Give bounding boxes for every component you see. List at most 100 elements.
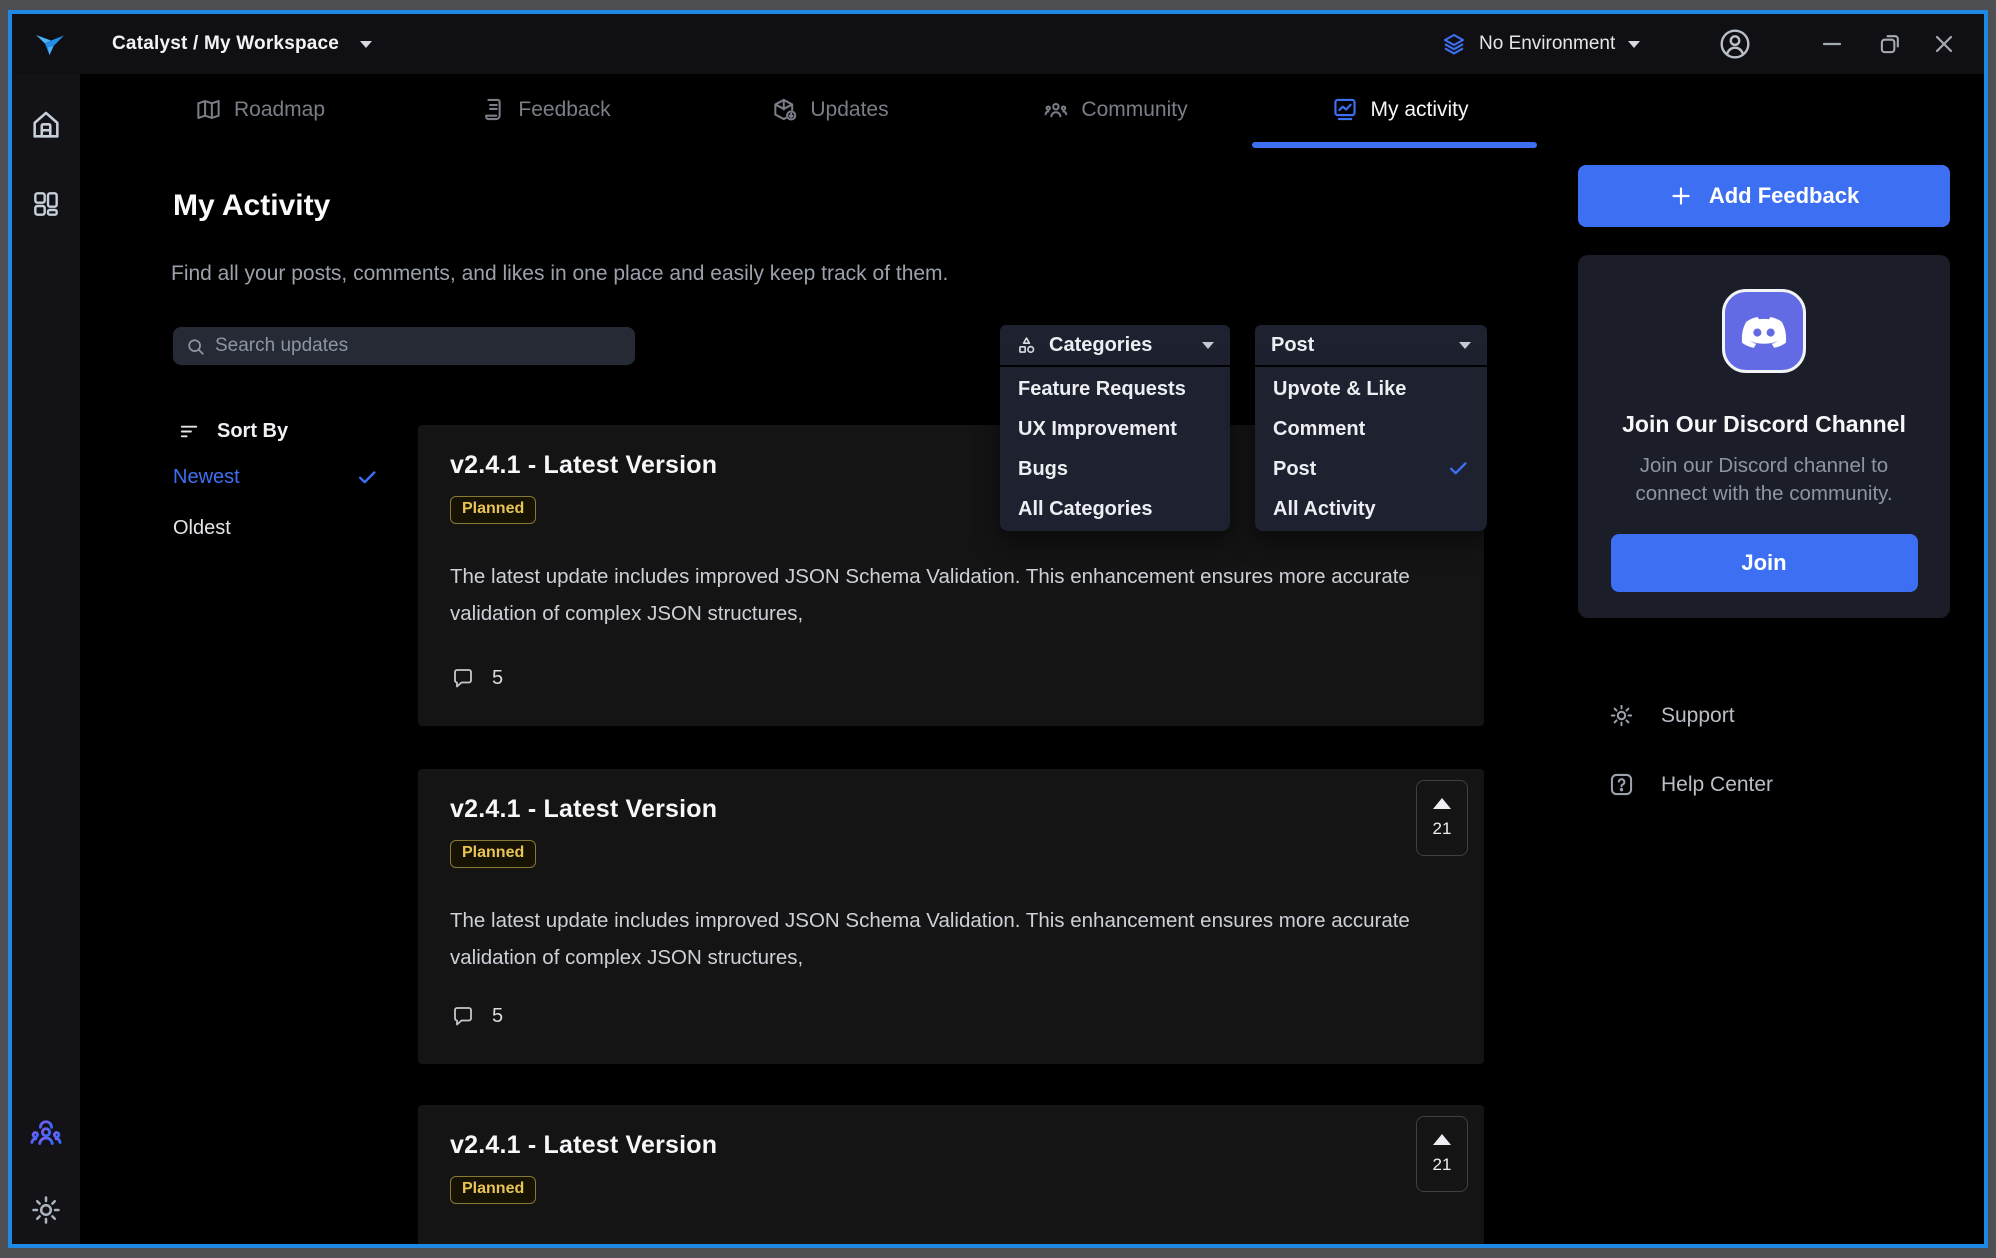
status-badge: Planned [450, 840, 537, 868]
activity-chart-icon [1331, 96, 1358, 123]
categories-dropdown-menu: Feature Requests UX Improvement Bugs All… [1000, 367, 1230, 531]
card-title: v2.4.1 - Latest Version [450, 1131, 718, 1159]
map-icon [195, 96, 222, 123]
sort-option-oldest[interactable]: Oldest [173, 517, 378, 540]
categories-caret-down-icon [1202, 341, 1214, 349]
activity-type-caret-down-icon [1459, 341, 1471, 349]
tab-community[interactable]: Community [1042, 96, 1188, 123]
card-body: The latest update includes improved JSON… [450, 909, 1410, 969]
sort-option-newest[interactable]: Newest [173, 466, 378, 489]
menu-item-all-categories[interactable]: All Categories [1000, 489, 1230, 529]
card-body: The latest update includes improved JSON… [450, 565, 1410, 625]
app-window: Catalyst / My Workspace No Environment R… [8, 10, 1988, 1248]
upvote-triangle-icon [1433, 1133, 1451, 1145]
tab-my-activity[interactable]: My activity [1331, 96, 1469, 123]
card-title: v2.4.1 - Latest Version [450, 795, 718, 823]
minimize-button[interactable] [1809, 14, 1855, 74]
tab-roadmap[interactable]: Roadmap [195, 96, 325, 123]
comment-count: 5 [492, 1004, 504, 1027]
tab-bar: Roadmap Feedback Updates Community My ac… [80, 74, 1984, 154]
upvote-button[interactable]: 21 [1416, 1116, 1468, 1192]
menu-item-bugs[interactable]: Bugs [1000, 449, 1230, 489]
search-input[interactable] [215, 335, 623, 357]
upvote-count: 21 [1432, 818, 1452, 838]
close-button[interactable] [1921, 14, 1967, 74]
left-sidebar [12, 74, 80, 1244]
active-tab-underline [1252, 142, 1537, 148]
help-icon [1610, 773, 1633, 796]
comment-icon [454, 1007, 472, 1026]
add-feedback-label: Add Feedback [1708, 183, 1860, 208]
environment-caret-down-icon [1628, 40, 1641, 48]
search-box [173, 327, 635, 365]
page-subtitle: Find all your posts, comments, and likes… [171, 262, 949, 285]
workspace-title[interactable]: Catalyst / My Workspace [112, 14, 339, 74]
comment-count: 5 [492, 666, 504, 689]
plus-icon [1672, 187, 1690, 205]
discord-description: Join our Discord channel to connect with… [1635, 454, 1893, 505]
community-icon[interactable] [28, 1115, 64, 1151]
menu-item-post[interactable]: Post [1255, 449, 1487, 489]
tab-feedback[interactable]: Feedback [479, 96, 611, 123]
activity-type-dropdown-button[interactable]: Post [1255, 325, 1487, 365]
menu-item-comment[interactable]: Comment [1255, 409, 1487, 449]
discord-title: Join Our Discord Channel [1622, 411, 1906, 437]
app-logo-bird-icon [34, 28, 66, 60]
page-title: My Activity [173, 189, 331, 222]
sort-by-header: Sort By [178, 420, 288, 443]
journal-icon [479, 96, 506, 123]
upvote-triangle-icon [1433, 797, 1451, 809]
discord-icon [1722, 289, 1806, 373]
tab-label: Updates [810, 97, 889, 121]
selected-check-icon [358, 470, 376, 483]
comment-count-row[interactable]: 5 [451, 666, 503, 690]
categories-dropdown-button[interactable]: Categories [1000, 325, 1230, 365]
environment-selector[interactable]: No Environment [1442, 14, 1641, 74]
add-feedback-button[interactable]: Add Feedback [1578, 165, 1950, 227]
activity-type-dropdown-menu: Upvote & Like Comment Post All Activity [1255, 367, 1487, 531]
tab-label: Community [1081, 97, 1188, 121]
search-icon [188, 338, 204, 355]
menu-item-upvote-like[interactable]: Upvote & Like [1255, 369, 1487, 409]
categories-dropdown-label: Categories [1049, 333, 1153, 356]
tab-label: Roadmap [233, 97, 326, 121]
comment-icon [454, 669, 472, 688]
status-badge: Planned [450, 1176, 537, 1204]
account-icon[interactable] [1718, 27, 1752, 61]
menu-item-ux-improvement[interactable]: UX Improvement [1000, 409, 1230, 449]
upvote-count: 21 [1432, 1154, 1452, 1174]
upvote-button[interactable]: 21 [1416, 780, 1468, 856]
support-link[interactable]: Support [1608, 702, 1735, 729]
package-icon [771, 96, 798, 123]
tab-label: Feedback [518, 97, 611, 121]
help-center-link[interactable]: Help Center [1608, 771, 1773, 798]
menu-item-all-activity[interactable]: All Activity [1255, 489, 1487, 529]
comment-count-row[interactable]: 5 [451, 1004, 503, 1028]
settings-gear-icon[interactable] [28, 1192, 64, 1228]
people-icon [1042, 96, 1069, 123]
activity-type-dropdown-label: Post [1271, 333, 1315, 356]
workspace-caret-down-icon[interactable] [360, 41, 372, 48]
support-label: Support [1661, 703, 1735, 727]
tab-updates[interactable]: Updates [771, 96, 889, 123]
categories-shapes-icon [1016, 335, 1037, 356]
menu-item-feature-requests[interactable]: Feature Requests [1000, 369, 1230, 409]
layers-icon [1442, 32, 1466, 56]
help-center-label: Help Center [1661, 772, 1774, 796]
workspaces-grid-icon[interactable] [28, 186, 64, 222]
main-content: Roadmap Feedback Updates Community My ac… [80, 74, 1984, 1244]
activity-card[interactable]: v2.4.1 - Latest Version Planned 21 [418, 1105, 1484, 1244]
sort-by-label: Sort By [217, 420, 289, 442]
discord-card: Join Our Discord Channel Join our Discor… [1578, 255, 1950, 618]
tab-label: My activity [1370, 97, 1469, 121]
join-discord-button[interactable]: Join [1610, 534, 1918, 592]
home-icon[interactable] [28, 107, 64, 143]
gear-icon [1610, 704, 1633, 727]
activity-card[interactable]: v2.4.1 - Latest Version Planned The late… [418, 769, 1484, 1064]
environment-label: No Environment [1479, 33, 1616, 54]
title-bar: Catalyst / My Workspace No Environment [12, 14, 1984, 74]
status-badge: Planned [450, 496, 537, 524]
restore-button[interactable] [1867, 14, 1913, 74]
selected-check-icon [1447, 458, 1469, 480]
filter-icon [180, 425, 198, 438]
